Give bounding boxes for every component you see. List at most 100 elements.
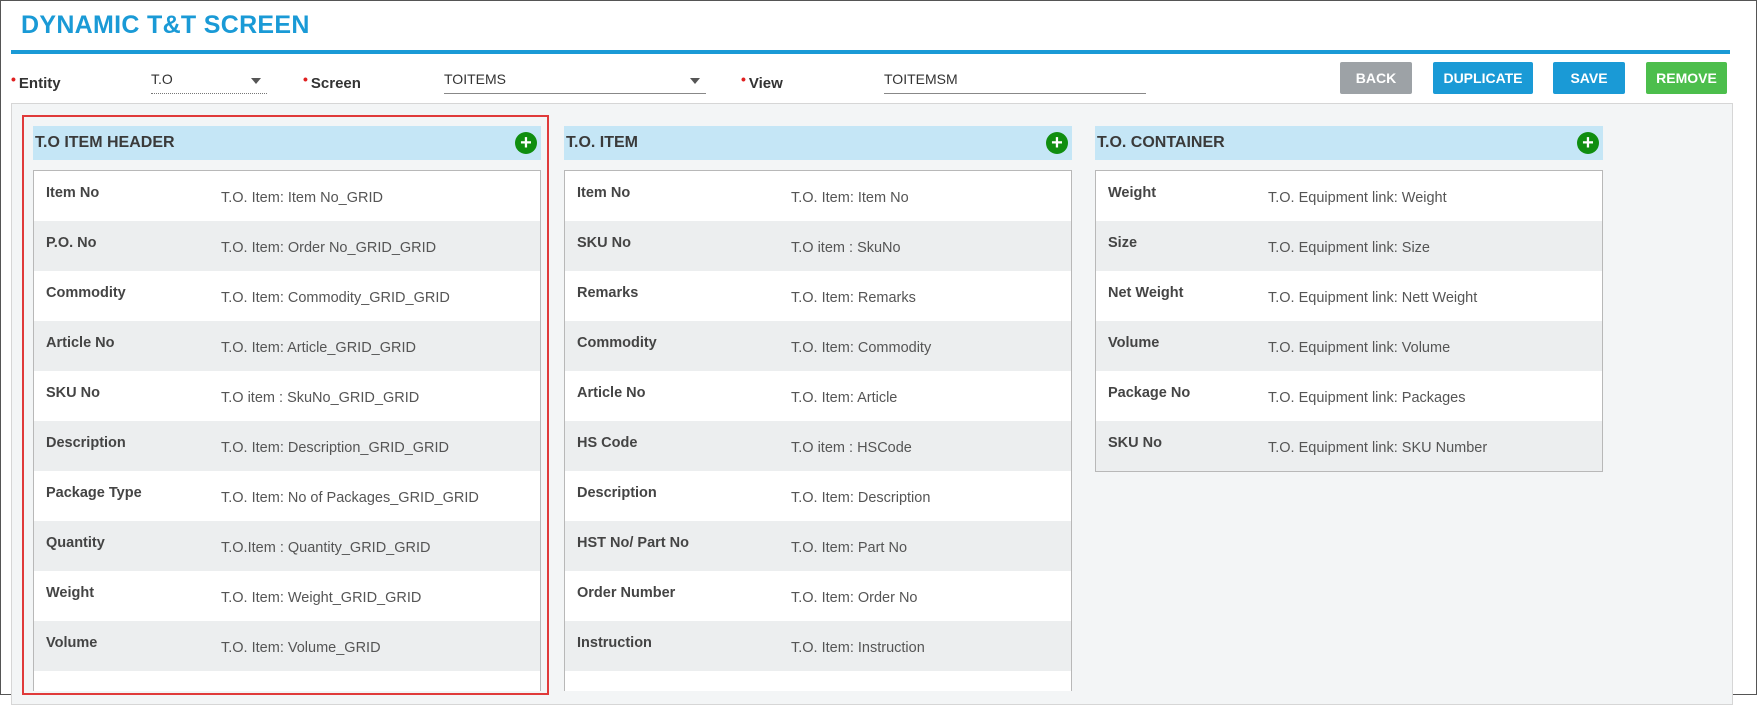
save-button[interactable]: SAVE [1553,62,1625,94]
field-label: HST No/ Part No [577,535,689,551]
screen-select[interactable]: TOITEMS [444,69,706,94]
screen-label: • Screen [303,71,361,92]
field-value: T.O item : SkuNo [791,240,901,256]
panel-field-list: Item No T.O. Item: Item No_GRID P.O. No T.… [33,170,541,691]
field-row[interactable]: Package Type T.O. Item: No of Packages_GR… [34,471,540,521]
field-row[interactable]: Commodity T.O. Item: Commodity [565,321,1071,371]
view-label: • View [741,71,783,92]
field-value: T.O. Equipment link: Volume [1268,340,1451,356]
field-label: SKU No [577,235,631,251]
field-value: T.O. Item: Volume_GRID [221,640,381,656]
field-row[interactable]: HST No/ Part No T.O. Item: Part No [565,521,1071,571]
field-value: T.O. Item: Description [791,490,931,506]
field-label: Volume [1108,335,1160,351]
field-value: T.O. Equipment link: Packages [1268,390,1466,406]
field-label: Weight [1108,185,1157,201]
page-title: DYNAMIC T&T SCREEN [21,11,310,39]
field-label: Weight [46,585,95,601]
field-row[interactable]: Description T.O. Item: Description [565,471,1071,521]
add-field-icon[interactable]: + [515,132,537,154]
field-value: T.O.Item : Quantity_GRID_GRID [221,540,431,556]
field-label: Net Weight [1108,285,1184,301]
field-label: Item No [46,185,100,201]
field-row[interactable]: Weight T.O. Equipment link: Weight [1096,171,1602,221]
field-row[interactable]: SKU No T.O item : SkuNo [565,221,1071,271]
field-value: T.O. Equipment link: Size [1268,240,1430,256]
panel-to-item: T.O. ITEM + Item No T.O. Item: Item No SK… [564,126,1072,691]
field-label: SKU No [1108,435,1162,451]
field-value: T.O. Item: Weight_GRID_GRID [221,590,422,606]
add-field-icon[interactable]: + [1046,132,1068,154]
field-value: T.O. Equipment link: Weight [1268,190,1447,206]
screen-select-value: TOITEMS [444,71,506,87]
field-row[interactable]: Package No T.O. Equipment link: Packages [1096,371,1602,421]
field-value: T.O. Item: Description_GRID_GRID [221,440,450,456]
field-label: SKU No [46,385,100,401]
field-label: Order Number [577,585,676,601]
panel-header: T.O. ITEM + [564,126,1072,160]
panel-title: T.O. CONTAINER [1097,134,1225,151]
field-row[interactable]: Volume T.O. Equipment link: Volume [1096,321,1602,371]
field-row[interactable]: Item No T.O. Item: Item No [565,171,1071,221]
field-label: HS Code [577,435,638,451]
field-row[interactable]: Remarks T.O. Item: Remarks [565,271,1071,321]
required-marker: • [303,71,308,87]
field-value: T.O. Equipment link: Nett Weight [1268,290,1478,306]
field-row[interactable]: Order Number T.O. Item: Order No [565,571,1071,621]
field-row[interactable]: SKU No T.O. Equipment link: SKU Number [1096,421,1602,471]
chevron-down-icon [690,78,700,84]
field-label: Instruction [577,635,652,651]
screen-label-text: Screen [310,75,361,92]
field-value: T.O. Item: Commodity [791,340,932,356]
panel-title: T.O ITEM HEADER [35,134,175,151]
entity-label-text: Entity [18,75,61,92]
duplicate-button[interactable]: DUPLICATE [1433,62,1533,94]
field-row[interactable]: Size T.O. Equipment link: Size [1096,221,1602,271]
field-value: T.O. Item: Order No_GRID_GRID [221,240,437,256]
field-value: T.O. Item: Part No [791,540,908,556]
panel-field-list: Item No T.O. Item: Item No SKU No T.O item… [564,170,1072,691]
field-label: Item No [577,185,631,201]
field-value: T.O. Item: Item No [791,190,909,206]
remove-button[interactable]: REMOVE [1646,62,1727,94]
required-marker: • [11,71,16,87]
field-row[interactable]: SKU No T.O item : SkuNo_GRID_GRID [34,371,540,421]
field-row[interactable]: P.O. No T.O. Item: Order No_GRID_GRID [34,221,540,271]
entity-select[interactable]: T.O [151,69,267,94]
field-value: T.O. Equipment link: SKU Number [1268,440,1488,456]
field-label: Remarks [577,285,639,301]
field-row[interactable]: Article No T.O. Item: Article_GRID_GRID [34,321,540,371]
field-row[interactable]: Weight T.O. Item: Weight_GRID_GRID [34,571,540,621]
field-row[interactable]: Commodity T.O. Item: Commodity_GRID_GRID [34,271,540,321]
field-row[interactable]: Item No T.O. Item: Item No_GRID [34,171,540,221]
field-row[interactable]: Quantity T.O.Item : Quantity_GRID_GRID [34,521,540,571]
view-input[interactable]: TOITEMSM [884,69,1146,94]
field-label: Article No [46,335,115,351]
add-field-icon[interactable]: + [1577,132,1599,154]
field-value: T.O item : HSCode [791,440,912,456]
back-button[interactable]: BACK [1340,62,1412,94]
field-label: Description [577,485,657,501]
panel-title: T.O. ITEM [566,134,638,151]
panel-to-container: T.O. CONTAINER + Weight T.O. Equipment li… [1095,126,1603,472]
field-value: T.O. Item: Item No_GRID [221,190,383,206]
required-marker: • [741,71,746,87]
chevron-down-icon [251,78,261,84]
field-row[interactable]: Description T.O. Item: Description_GRID_G… [34,421,540,471]
field-row[interactable]: Article No T.O. Item: Article [565,371,1071,421]
field-label: Size [1108,235,1138,251]
field-row[interactable]: HS Code T.O item : HSCode [565,421,1071,471]
field-value: T.O. Item: Order No [791,590,918,606]
field-row[interactable]: Volume T.O. Item: Volume_GRID [34,621,540,671]
view-input-value: TOITEMSM [884,71,958,87]
field-label: Article No [577,385,646,401]
field-value: T.O. Item: Article [791,390,898,406]
field-row[interactable]: Net Weight T.O. Equipment link: Nett Weig… [1096,271,1602,321]
title-divider [11,50,1730,54]
panel-header: T.O ITEM HEADER + [33,126,541,160]
panel-field-list: Weight T.O. Equipment link: Weight Size T.… [1095,170,1603,472]
field-value: T.O. Item: Commodity_GRID_GRID [221,290,450,306]
field-label: Description [46,435,126,451]
field-row[interactable]: Instruction T.O. Item: Instruction [565,621,1071,671]
field-value: T.O. Item: Instruction [791,640,925,656]
